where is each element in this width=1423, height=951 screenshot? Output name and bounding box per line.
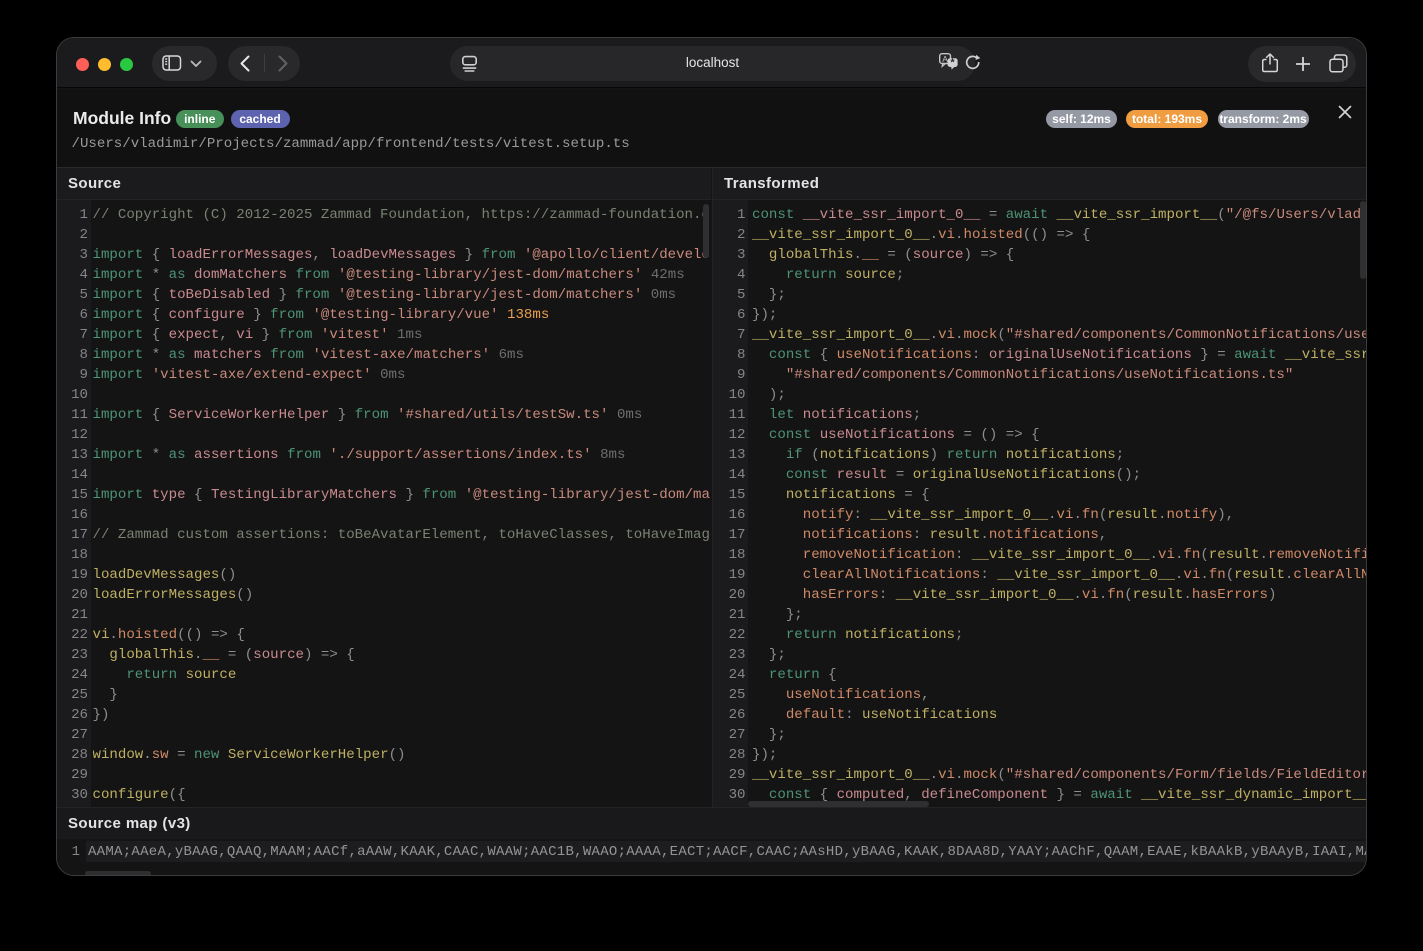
svg-text:A: A <box>942 54 948 64</box>
